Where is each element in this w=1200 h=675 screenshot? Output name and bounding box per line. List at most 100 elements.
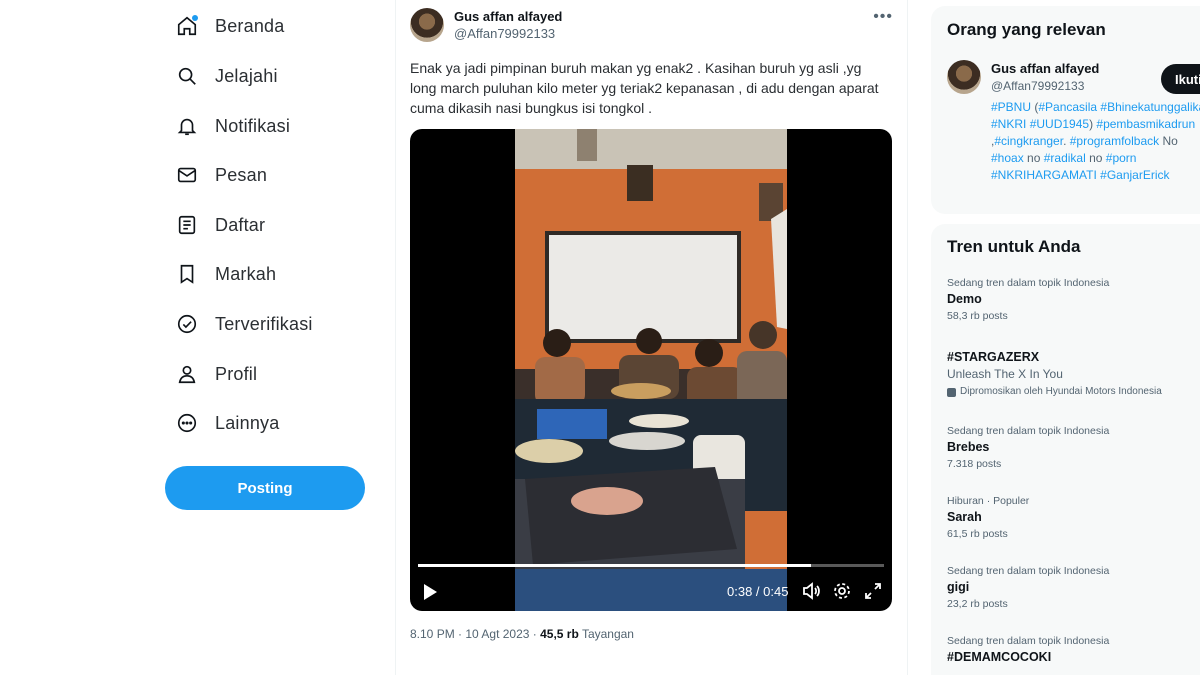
verified-icon — [175, 312, 199, 336]
nav-item-home[interactable]: Beranda — [175, 6, 284, 46]
mail-icon — [175, 163, 199, 187]
video-progress-bar[interactable] — [418, 564, 884, 567]
nav-label: Markah — [215, 263, 277, 284]
home-icon — [175, 14, 199, 38]
trend-item[interactable]: Sedang tren dalam topik Indonesia Demo 5… — [947, 276, 1200, 323]
tweet-meta: 8.10 PM · 10 Agt 2023 · 45,5 rb Tayangan — [410, 627, 634, 641]
trend-name: #DEMAMCOCOKI — [947, 650, 1052, 664]
trend-context: Hiburan · Populer — [947, 495, 1030, 507]
nav-item-explore[interactable]: Jelajahi — [175, 56, 278, 96]
bio-text: no — [1023, 151, 1044, 165]
bookmark-icon — [175, 262, 199, 286]
nav-item-verified[interactable]: Terverifikasi — [175, 304, 313, 344]
trend-item[interactable]: Sedang tren dalam topik Indonesia #DEMAM… — [947, 634, 1200, 666]
video-time: 0:38 / 0:45 — [727, 584, 789, 599]
nav-label: Jelajahi — [215, 65, 278, 86]
video-player[interactable]: 0:38 / 0:45 — [410, 129, 892, 611]
relevant-handle[interactable]: @Affan79992133 — [991, 79, 1084, 93]
trend-name: Brebes — [947, 440, 990, 454]
nav-label: Notifikasi — [215, 115, 291, 136]
post-button[interactable]: Posting — [165, 466, 365, 510]
panel-title: Orang yang relevan — [947, 20, 1106, 39]
panel-title: Tren untuk Anda — [947, 237, 1081, 256]
trend-name: Demo — [947, 292, 982, 306]
video-frame — [515, 129, 787, 611]
hashtag-link[interactable]: #pembasmikadrun — [1096, 117, 1195, 131]
person-icon — [175, 362, 199, 386]
nav-item-lists[interactable]: Daftar — [175, 205, 265, 245]
hashtag-link[interactable]: #hoax — [991, 151, 1024, 165]
trends-panel: Tren untuk Anda Sedang tren dalam topik … — [931, 224, 1200, 675]
trend-description: Unleash The X In You — [947, 367, 1063, 381]
view-count: 45,5 rb — [540, 627, 579, 641]
trend-count: 58,3 rb posts — [947, 310, 1008, 322]
promoted-text: Dipromosikan oleh Hyundai Motors Indones… — [960, 386, 1162, 397]
search-icon — [175, 64, 199, 88]
trend-context: Sedang tren dalam topik Indonesia — [947, 277, 1110, 289]
more-circle-icon — [175, 411, 199, 435]
trend-name: gigi — [947, 580, 970, 594]
trend-item[interactable]: Sedang tren dalam topik Indonesia Brebes… — [947, 424, 1200, 471]
nav-label: Profil — [215, 363, 258, 384]
nav-item-messages[interactable]: Pesan — [175, 155, 267, 195]
trend-count: 7.318 posts — [947, 458, 1002, 470]
volume-icon[interactable] — [801, 581, 821, 601]
bell-icon — [175, 114, 199, 138]
fullscreen-icon[interactable] — [863, 581, 883, 601]
relevant-people-panel: Orang yang relevan Gus affan alfayed @Af… — [931, 6, 1200, 214]
hashtag-link[interactable]: #PBNU — [991, 100, 1031, 114]
hashtag-link[interactable]: #NKRI — [991, 117, 1026, 131]
nav-item-more[interactable]: Lainnya — [175, 403, 279, 443]
settings-gear-icon[interactable] — [832, 581, 852, 601]
tweet-date[interactable]: 10 Agt 2023 — [465, 627, 529, 641]
hashtag-link[interactable]: #porn — [1106, 151, 1137, 165]
video-still-image — [515, 129, 787, 611]
nav-label: Daftar — [215, 214, 266, 235]
tweet-text: Enak ya jadi pimpinan buruh makan yg ena… — [410, 60, 879, 116]
hashtag-link[interactable]: #Pancasila — [1038, 100, 1097, 114]
trend-context: Sedang tren dalam topik Indonesia — [947, 565, 1110, 577]
video-progress-fill — [418, 564, 812, 567]
play-icon[interactable] — [422, 583, 438, 601]
trend-count: 23,2 rb posts — [947, 598, 1008, 610]
trend-name: #STARGAZERX — [947, 350, 1040, 364]
bio-text: . — [1063, 134, 1070, 148]
avatar[interactable] — [410, 8, 444, 42]
trend-item-promoted[interactable]: #STARGAZERX Unleash The X In You Dipromo… — [947, 348, 1200, 399]
author-name[interactable]: Gus affan alfayed — [454, 9, 562, 24]
tweet-time: 8.10 PM — [410, 627, 455, 641]
promoted-icon — [947, 387, 956, 397]
hashtag-link[interactable]: #GanjarErick — [1100, 168, 1169, 182]
hashtag-link[interactable]: #UUD1945 — [1030, 117, 1089, 131]
nav-item-bookmarks[interactable]: Markah — [175, 254, 276, 294]
follow-button[interactable]: Ikuti — [1161, 64, 1200, 94]
hashtag-link[interactable]: #Bhinekatunggalika — [1100, 100, 1200, 114]
tweet-detail: Gus affan alfayed @Affan79992133 ••• Ena… — [395, 0, 908, 675]
hashtag-link[interactable]: #programfolback — [1070, 134, 1159, 148]
trend-item[interactable]: Sedang tren dalam topik Indonesia gigi 2… — [947, 564, 1200, 611]
avatar[interactable] — [947, 60, 981, 94]
notification-dot — [192, 15, 198, 21]
more-options-icon[interactable]: ••• — [873, 8, 893, 26]
trend-item[interactable]: Hiburan · Populer Sarah 61,5 rb posts — [947, 494, 1200, 541]
author-handle[interactable]: @Affan79992133 — [454, 26, 555, 41]
nav-label: Lainnya — [215, 412, 280, 433]
trend-count: 61,5 rb posts — [947, 528, 1008, 540]
nav-label: Terverifikasi — [215, 313, 313, 334]
hashtag-link[interactable]: #radikal — [1044, 151, 1086, 165]
hashtag-link[interactable]: #cingkranger — [994, 134, 1063, 148]
nav-item-notifications[interactable]: Notifikasi — [175, 106, 290, 146]
relevant-name[interactable]: Gus affan alfayed — [991, 61, 1099, 76]
nav-label: Beranda — [215, 15, 285, 36]
hashtag-link[interactable]: #NKRIHARGAMATI — [991, 168, 1097, 182]
relevant-bio: #PBNU (#Pancasila #Bhinekatunggalika #NK… — [991, 99, 1200, 184]
trend-context: Sedang tren dalam topik Indonesia — [947, 635, 1110, 647]
view-count-label: Tayangan — [581, 627, 634, 641]
bio-text: no — [1085, 151, 1106, 165]
list-icon — [175, 213, 199, 237]
trend-name: Sarah — [947, 510, 982, 524]
nav-item-profile[interactable]: Profil — [175, 354, 257, 394]
promoted-label: Dipromosikan oleh Hyundai Motors Indones… — [947, 385, 1200, 399]
trend-context: Sedang tren dalam topik Indonesia — [947, 425, 1110, 437]
bio-text: No — [1159, 134, 1178, 148]
